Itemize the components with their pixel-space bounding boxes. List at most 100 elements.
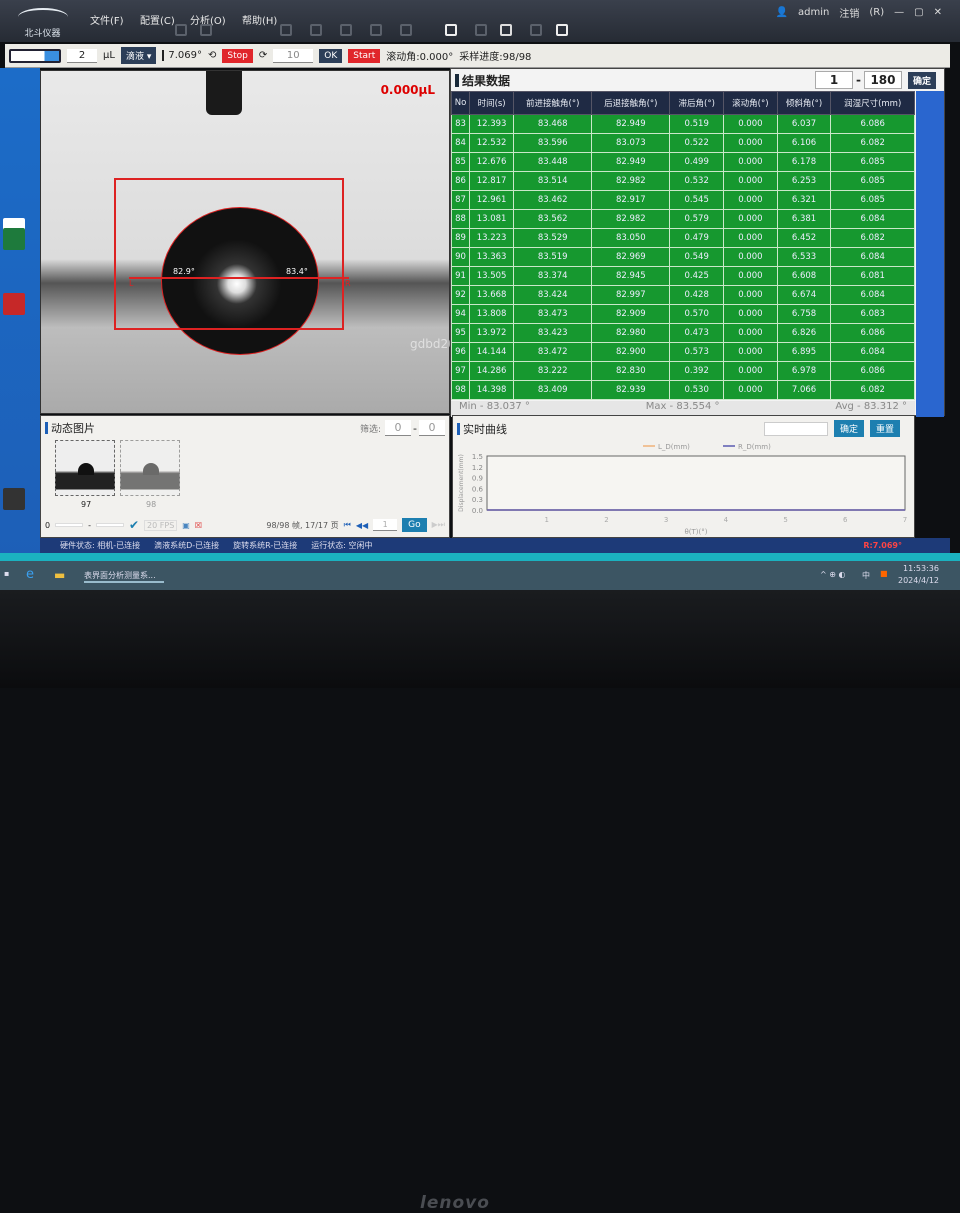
table-row[interactable]: 87 12.961 83.462 82.917 0.545 0.000 6.321 6.085 bbox=[450, 190, 915, 210]
table-row[interactable]: 94 13.808 83.473 82.909 0.570 0.000 6.758 6.083 bbox=[450, 304, 915, 324]
logout-link[interactable]: 注销 bbox=[839, 5, 859, 20]
tray-icons[interactable]: ^ ⊕ ◐ bbox=[820, 570, 845, 579]
start-icon[interactable]: ▪ bbox=[4, 569, 9, 578]
check-icon[interactable]: ✔ bbox=[129, 518, 139, 532]
speed-input[interactable]: 10 bbox=[273, 48, 314, 63]
table-row[interactable]: 85 12.676 83.448 82.949 0.499 0.000 6.178 6.085 bbox=[450, 152, 915, 172]
toolbar-icon[interactable] bbox=[400, 24, 412, 36]
table-row[interactable]: 92 13.668 83.424 82.997 0.428 0.000 6.674 6.084 bbox=[450, 285, 915, 305]
column-header[interactable]: 滞后角(°) bbox=[669, 91, 725, 115]
table-row[interactable]: 98 14.398 83.409 82.939 0.530 0.000 7.066 6.082 bbox=[450, 380, 915, 400]
filter-to-input[interactable]: 0 bbox=[419, 420, 445, 436]
maximize-button[interactable]: ▢ bbox=[914, 7, 923, 18]
minimize-button[interactable]: — bbox=[894, 7, 904, 18]
thumbnail[interactable] bbox=[55, 440, 115, 496]
tray-app-icon[interactable]: ■ bbox=[880, 569, 888, 578]
range-end-input[interactable] bbox=[95, 523, 124, 527]
title-bar: 北斗仪器 文件(F) 配置(C) 分析(O) 帮助(H) 👤 admin 注销 … bbox=[0, 0, 960, 42]
curve-input[interactable] bbox=[763, 421, 828, 436]
roi-rectangle[interactable] bbox=[114, 178, 344, 330]
toolbar-icon[interactable] bbox=[370, 24, 382, 36]
table-row[interactable]: 96 14.144 83.472 82.900 0.573 0.000 6.895 6.084 bbox=[450, 342, 915, 362]
table-cell: 91 bbox=[450, 266, 471, 286]
column-header[interactable]: 润湿尺寸(mm) bbox=[830, 91, 915, 115]
start-button[interactable]: Start bbox=[348, 48, 381, 63]
ok-button[interactable]: OK bbox=[319, 48, 343, 63]
camera-view[interactable]: 0.000μL 82.9° 83.4° L R bbox=[40, 70, 450, 414]
first-page-icon[interactable]: ⏮ bbox=[344, 520, 351, 530]
filter-from-input[interactable]: 0 bbox=[385, 420, 412, 436]
table-row[interactable]: 90 13.363 83.519 82.969 0.549 0.000 6.533 6.084 bbox=[450, 247, 915, 267]
curve-reset-button[interactable]: 重置 bbox=[869, 420, 900, 437]
start-frame-input[interactable]: 0 bbox=[45, 521, 50, 530]
table-row[interactable]: 88 13.081 83.562 82.982 0.579 0.000 6.381 6.084 bbox=[450, 209, 915, 229]
thumbnail[interactable] bbox=[120, 440, 180, 496]
legend-label: L_D(mm) bbox=[658, 443, 690, 451]
column-header[interactable]: 滚动角(°) bbox=[723, 91, 778, 115]
table-row[interactable]: 97 14.286 83.222 82.830 0.392 0.000 6.978 6.086 bbox=[450, 361, 915, 381]
table-cell: 0.000 bbox=[723, 380, 778, 400]
taskbar-app[interactable]: 表界面分析测量系... bbox=[84, 570, 164, 583]
toolbar-icon[interactable] bbox=[530, 24, 542, 36]
clear-icon[interactable]: ☒ bbox=[195, 521, 202, 530]
right-marker[interactable]: R bbox=[345, 279, 351, 288]
edge-icon[interactable]: e bbox=[26, 567, 34, 582]
menu-help[interactable]: 帮助(H) bbox=[242, 12, 277, 27]
column-header[interactable]: No bbox=[450, 91, 471, 115]
table-cell: 6.826 bbox=[776, 323, 832, 343]
rotate-cw-icon[interactable]: ⟳ bbox=[259, 50, 267, 61]
volume-input[interactable]: 2 bbox=[67, 48, 97, 63]
range-confirm-button[interactable]: 确定 bbox=[907, 71, 936, 89]
go-button[interactable]: Go bbox=[402, 518, 427, 532]
folder-icon[interactable]: ▬ bbox=[54, 568, 65, 582]
close-button[interactable]: ✕ bbox=[934, 7, 942, 18]
range-to-input[interactable]: 180 bbox=[863, 71, 902, 89]
range-from-input[interactable]: 1 bbox=[815, 71, 853, 89]
column-header[interactable]: 前进接触角(°) bbox=[513, 91, 593, 115]
table-row[interactable]: 86 12.817 83.514 82.982 0.532 0.000 6.253 6.085 bbox=[450, 171, 915, 191]
image-icon[interactable]: ▣ bbox=[182, 521, 190, 530]
column-header[interactable]: 时间(s) bbox=[469, 91, 515, 115]
status-rotation-angle: R:7.069° bbox=[863, 541, 902, 550]
table-row[interactable]: 91 13.505 83.374 82.945 0.425 0.000 6.608 6.081 bbox=[450, 266, 915, 286]
excel-file-icon[interactable] bbox=[3, 228, 25, 250]
menu-file[interactable]: 文件(F) bbox=[90, 12, 124, 27]
clock-time[interactable]: 11:53:36 bbox=[903, 564, 939, 573]
ime-indicator[interactable]: 中 bbox=[862, 570, 870, 581]
toolbar-icon[interactable] bbox=[475, 24, 487, 36]
curve-confirm-button[interactable]: 确定 bbox=[833, 420, 864, 437]
camera-icon[interactable] bbox=[500, 24, 512, 36]
table-cell: 0.000 bbox=[723, 152, 778, 172]
next-page-icon[interactable]: ▶⏭ bbox=[432, 520, 445, 530]
table-row[interactable]: 89 13.223 83.529 83.050 0.479 0.000 6.452 6.082 bbox=[450, 228, 915, 248]
toolbar-icon[interactable] bbox=[200, 24, 212, 36]
table-cell: 6.085 bbox=[830, 190, 915, 210]
toolbar-icon[interactable] bbox=[310, 24, 322, 36]
stop-rotate-button[interactable]: Stop bbox=[222, 48, 253, 63]
table-cell: 0.573 bbox=[669, 342, 725, 362]
rotate-ccw-icon[interactable]: ⟲ bbox=[208, 50, 216, 61]
toolbar-icon[interactable] bbox=[280, 24, 292, 36]
mode-1-icon[interactable] bbox=[556, 24, 568, 36]
left-marker[interactable]: L bbox=[129, 279, 133, 288]
toolbar-icon[interactable] bbox=[175, 24, 187, 36]
table-scrollbar[interactable] bbox=[916, 91, 944, 417]
clock-date[interactable]: 2024/4/12 bbox=[898, 576, 939, 585]
video-file-icon[interactable] bbox=[3, 488, 25, 510]
toolbar-icon[interactable] bbox=[340, 24, 352, 36]
table-row[interactable]: 83 12.393 83.468 82.949 0.519 0.000 6.037 6.086 bbox=[450, 114, 915, 134]
table-cell: 82.830 bbox=[591, 361, 671, 381]
menu-config[interactable]: 配置(C) bbox=[140, 12, 175, 27]
baseline[interactable] bbox=[129, 277, 349, 279]
column-header[interactable]: 倾斜角(°) bbox=[776, 91, 832, 115]
table-row[interactable]: 95 13.972 83.423 82.980 0.473 0.000 6.826 6.086 bbox=[450, 323, 915, 343]
table-row[interactable]: 84 12.532 83.596 83.073 0.522 0.000 6.106 6.082 bbox=[450, 133, 915, 153]
pdf-file-icon[interactable] bbox=[3, 293, 25, 315]
column-header[interactable]: 后退接触角(°) bbox=[591, 91, 671, 115]
fps-input[interactable]: 20 FPS bbox=[144, 519, 178, 531]
prev-page-icon[interactable]: ◀◀ bbox=[356, 521, 368, 530]
range-start-input[interactable] bbox=[55, 523, 84, 527]
sample-icon[interactable] bbox=[445, 24, 457, 36]
mode-dropdown[interactable]: 滴液 ▾ bbox=[120, 47, 157, 64]
page-input[interactable]: 1 bbox=[373, 519, 398, 531]
